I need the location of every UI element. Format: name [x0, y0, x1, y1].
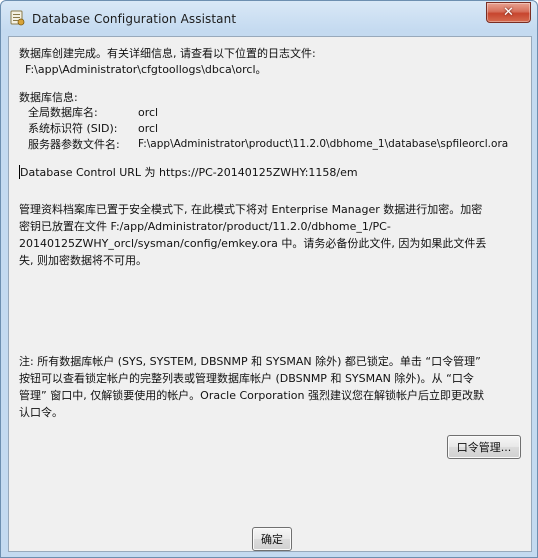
- title-bar[interactable]: Database Configuration Assistant ✕: [1, 1, 537, 36]
- encryption-line-1: 管理资料档案库已置于安全模式下, 在此模式下将对 Enterprise Mana…: [19, 203, 483, 216]
- control-url: Database Control URL 为 https://PC-201401…: [20, 166, 358, 179]
- sid-value: orcl: [138, 122, 159, 135]
- encryption-line-4: 失, 则加密数据将不可用。: [19, 254, 147, 267]
- window-title: Database Configuration Assistant: [32, 12, 237, 26]
- close-button[interactable]: ✕: [486, 2, 531, 23]
- spfile-label: 服务器参数文件名:: [28, 138, 120, 151]
- ok-button[interactable]: 确定: [252, 527, 292, 551]
- close-icon: ✕: [503, 5, 514, 20]
- sid-label: 系统标识符 (SID):: [28, 122, 118, 135]
- log-path: F:\app\Administrator\cfgtoollogs\dbca\or…: [25, 63, 267, 76]
- dialog-content: 数据库创建完成。有关详细信息, 请查看以下位置的日志文件: F:\app\Adm…: [8, 36, 532, 552]
- encryption-line-3: 20140125ZWHY_orcl/sysman/config/emkey.or…: [19, 237, 487, 250]
- created-message: 数据库创建完成。有关详细信息, 请查看以下位置的日志文件:: [19, 47, 316, 60]
- spfile-value: F:\app\Administrator\product\11.2.0\dbho…: [138, 138, 509, 150]
- global-db-name-label: 全局数据库名:: [28, 106, 98, 119]
- note-line-2: 按钮可以查看锁定帐户的完整列表或管理数据库帐户 (DBSNMP 和 SYSMAN…: [19, 372, 474, 385]
- note-line-3: 管理” 窗口中, 仅解锁要使用的帐户。Oracle Corporation 强烈…: [19, 389, 484, 402]
- encryption-line-2: 密钥已放置在文件 F:/app/Administrator/product/11…: [19, 220, 391, 233]
- dbca-app-icon: [10, 10, 25, 26]
- note-line-1: 注: 所有数据库帐户 (SYS, SYSTEM, DBSNMP 和 SYSMAN…: [19, 355, 481, 368]
- dbca-window: Database Configuration Assistant ✕ 数据库创建…: [0, 0, 538, 558]
- db-info-header: 数据库信息:: [19, 91, 78, 104]
- password-management-button[interactable]: 口令管理...: [447, 435, 521, 459]
- global-db-name-value: orcl: [138, 106, 159, 119]
- note-line-4: 认口令。: [19, 406, 63, 419]
